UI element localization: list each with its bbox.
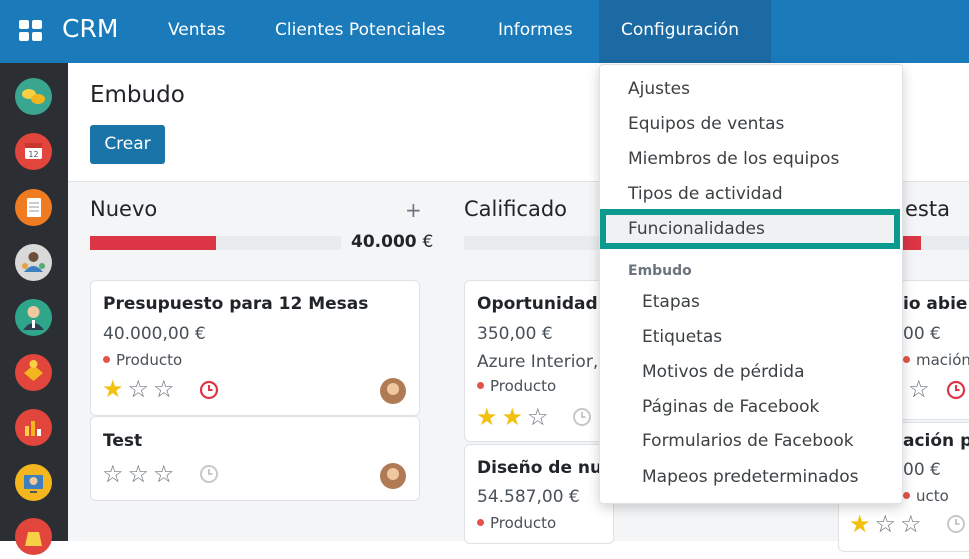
column-progress-bar[interactable] [903,236,969,250]
column-add-icon[interactable]: + [405,198,422,222]
crm-icon[interactable] [15,354,52,391]
menu-item-funcionalidades[interactable]: Funcionalidades [628,219,765,239]
star-outline-icon[interactable]: ☆ [128,375,154,403]
star-outline-icon[interactable]: ☆ [908,375,934,403]
star-outline-icon[interactable]: ☆ [153,375,179,403]
column-title-calificado[interactable]: Calificado [464,197,567,221]
card-title: Oportunidad d [477,294,616,314]
card-title: io abie [903,294,968,314]
star-outline-icon[interactable]: ☆ [102,460,128,488]
card-priority-stars[interactable]: ★☆☆ [102,377,179,401]
card-revenue: 00 € [903,324,941,344]
card-title: Diseño de nue [477,458,614,478]
avatar[interactable] [380,378,406,404]
card-priority-stars[interactable]: ★★☆ [476,405,553,429]
star-icon[interactable]: ★ [502,403,528,431]
card-priority-stars[interactable]: ☆☆☆ [102,462,179,486]
card-priority-stars[interactable]: ☆ [908,377,934,401]
card-tag: Producto [477,514,556,532]
menu-item-miembros-de-los-equipos[interactable]: Miembros de los equipos [628,149,839,169]
column-progress-fill [903,236,921,250]
card-revenue: 350,00 € [477,324,553,344]
star-icon[interactable]: ★ [476,403,502,431]
activity-clock-icon[interactable] [572,407,592,427]
card-title: Presupuesto para 12 Mesas [103,294,369,314]
card-priority-stars[interactable]: ★☆☆ [849,512,926,536]
activity-clock-icon[interactable] [946,380,966,400]
card-revenue: 54.587,00 € [477,487,580,507]
discuss-icon[interactable] [15,78,52,115]
menu-item-paginas-de-facebook[interactable]: Páginas de Facebook [642,397,819,417]
menu-item-formularios-de-facebook[interactable]: Formularios de Facebook [642,431,854,451]
star-outline-icon[interactable]: ☆ [875,510,901,538]
menu-item-mapeos-predeterminados[interactable]: Mapeos predeterminados [642,467,858,487]
star-icon[interactable]: ★ [102,375,128,403]
menu-item-equipos-de-ventas[interactable]: Equipos de ventas [628,114,784,134]
activity-clock-icon[interactable] [199,380,219,400]
star-outline-icon[interactable]: ☆ [153,460,179,488]
column-amount: 40.000 € [351,232,434,252]
column-title-propuesta[interactable]: esta [905,197,950,221]
menu-item-etiquetas[interactable]: Etiquetas [642,327,722,347]
nav-configuracion[interactable]: Configuración [621,20,739,40]
website-icon[interactable] [15,464,52,501]
create-button[interactable]: Crear [90,125,165,164]
card-tag: ucto [903,487,949,505]
apps-menu-icon[interactable] [19,20,43,42]
star-icon[interactable]: ★ [849,510,875,538]
nav-clientes-potenciales[interactable]: Clientes Potenciales [275,20,445,40]
kanban-card[interactable] [90,416,420,501]
star-outline-icon[interactable]: ☆ [128,460,154,488]
star-outline-icon[interactable]: ☆ [527,403,553,431]
card-title: Test [103,431,143,451]
employees-icon[interactable] [15,299,52,336]
menu-item-ajustes[interactable]: Ajustes [628,79,690,99]
card-revenue: 40.000,00 € [103,324,206,344]
card-revenue: 00 € [903,460,941,480]
menu-item-tipos-de-actividad[interactable]: Tipos de actividad [628,184,783,204]
card-title: ación pa [903,431,969,451]
notes-icon[interactable] [15,189,52,226]
nav-ventas[interactable]: Ventas [168,20,225,40]
page-title: Embudo [90,82,185,108]
menu-item-motivos-de-perdida[interactable]: Motivos de pérdida [642,362,805,382]
activity-clock-icon[interactable] [946,514,966,534]
top-navbar [0,0,969,63]
card-tag: mación [903,351,969,369]
menu-item-etapas[interactable]: Etapas [642,292,700,312]
activity-clock-icon[interactable] [199,464,219,484]
column-title-nuevo[interactable]: Nuevo [90,197,157,221]
nav-informes[interactable]: Informes [498,20,573,40]
column-progress-fill [90,236,216,250]
contacts-icon[interactable] [15,244,52,281]
avatar[interactable] [380,463,406,489]
card-company: Azure Interior, [477,352,599,372]
reporting-icon[interactable] [15,409,52,446]
card-tag: Producto [103,351,182,369]
star-outline-icon[interactable]: ☆ [900,510,926,538]
calendar-icon[interactable]: 12 [15,133,52,170]
card-tag: Producto [477,377,556,395]
svg-text:12: 12 [28,150,38,159]
menu-section-embudo: Embudo [628,263,692,279]
column-progress-bar[interactable] [464,236,604,250]
invoicing-icon[interactable] [15,518,52,555]
column-progress-bar[interactable] [90,236,341,250]
app-title[interactable]: CRM [62,14,118,43]
